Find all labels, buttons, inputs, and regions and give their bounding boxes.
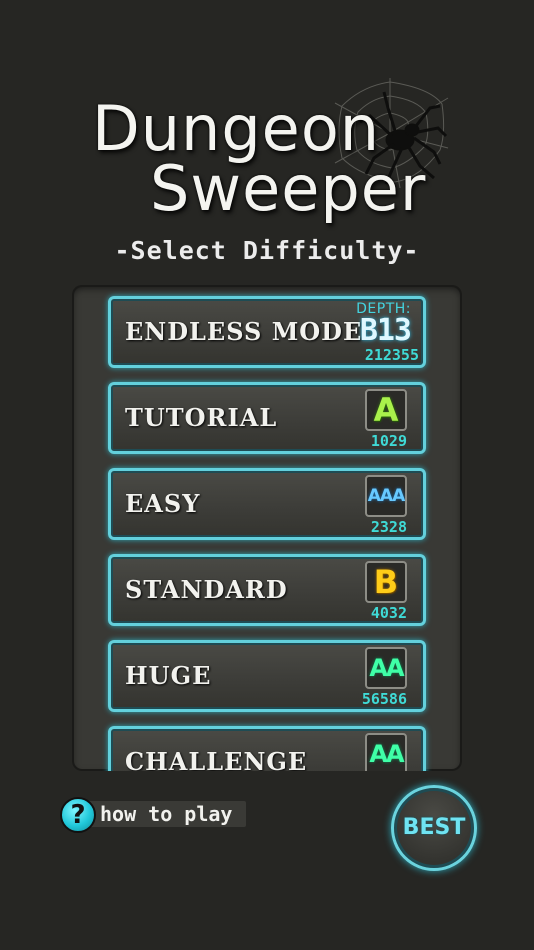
high-score: 2328	[370, 518, 407, 536]
game-title-line-1: Dungeon	[92, 92, 381, 165]
rank-badge: A	[365, 389, 407, 431]
rank-badge: B	[365, 561, 407, 603]
game-title-line-2: Sweeper	[150, 152, 427, 225]
select-difficulty-heading: -Select Difficulty-	[114, 236, 420, 265]
high-score: 56586	[361, 690, 407, 708]
mode-button-challenge[interactable]: CHALLENGE AA	[108, 726, 426, 771]
mode-label: TUTORIAL	[125, 403, 278, 432]
mode-label: EASY	[125, 489, 201, 518]
best-button[interactable]: BEST	[391, 785, 477, 871]
difficulty-list-panel[interactable]: ENDLESS MODE DEPTH: B13 212355 TUTORIAL …	[72, 285, 462, 771]
mode-label: CHALLENGE	[125, 747, 308, 771]
mode-label: HUGE	[125, 661, 212, 690]
rank-badge: AA	[365, 733, 407, 771]
mode-button-standard[interactable]: STANDARD B 4032	[108, 554, 426, 626]
mode-button-huge[interactable]: HUGE AA 56586	[108, 640, 426, 712]
how-to-play-label: how to play	[100, 802, 233, 826]
mode-label: ENDLESS MODE	[125, 317, 363, 346]
high-score: 212355	[364, 346, 419, 364]
question-mark-icon: ?	[60, 797, 96, 833]
high-score: 1029	[370, 432, 407, 450]
mode-label: STANDARD	[125, 575, 288, 604]
mode-button-endless[interactable]: ENDLESS MODE DEPTH: B13 212355	[108, 296, 426, 368]
depth-value: B13	[359, 313, 412, 348]
rank-badge: AAA	[365, 475, 407, 517]
how-to-play-button[interactable]: ? how to play	[60, 797, 246, 833]
mode-button-tutorial[interactable]: TUTORIAL A 1029	[108, 382, 426, 454]
title-area: Dungeon Sweeper -Select Difficulty-	[0, 0, 534, 280]
high-score: 4032	[370, 604, 407, 622]
mode-button-easy[interactable]: EASY AAA 2328	[108, 468, 426, 540]
rank-badge: AA	[365, 647, 407, 689]
